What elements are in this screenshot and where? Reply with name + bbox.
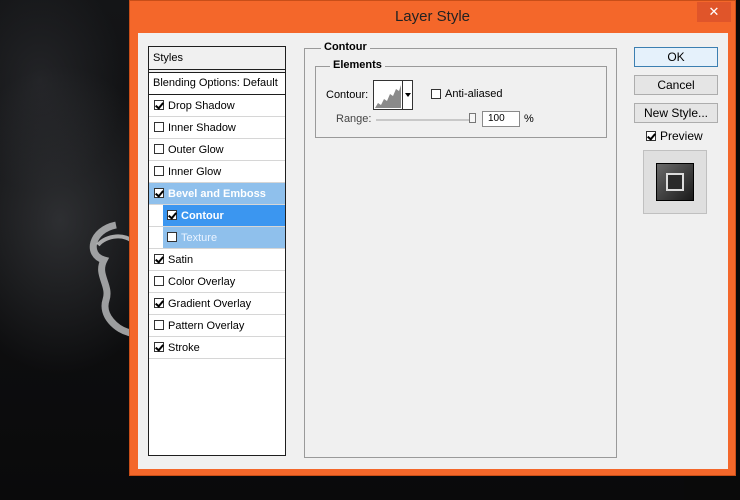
style-item-label: Drop Shadow [168,100,235,112]
pattern-overlay-checkbox[interactable] [154,320,164,330]
range-unit: % [524,113,534,125]
style-item-color-overlay[interactable]: Color Overlay [149,271,285,293]
ok-button[interactable]: OK [634,47,718,67]
style-item-label: Texture [181,232,218,244]
style-item-satin[interactable]: Satin [149,249,285,271]
style-item-outer-glow[interactable]: Outer Glow [149,139,285,161]
bevel-and-emboss-checkbox[interactable] [154,188,164,198]
new-style-button[interactable]: New Style... [634,103,718,123]
elements-group: Elements Contour: Anti-aliased Range: 10… [315,59,607,138]
inner-glow-checkbox[interactable] [154,166,164,176]
satin-checkbox[interactable] [154,254,164,264]
style-item-stroke[interactable]: Stroke [149,337,285,359]
preview-swatch-icon [656,163,694,201]
cancel-button[interactable]: Cancel [634,75,718,95]
style-item-pattern-overlay[interactable]: Pattern Overlay [149,315,285,337]
contour-checkbox[interactable] [167,210,177,220]
layer-style-dialog: Layer Style ✕ Styles Blending Options: D… [129,0,736,476]
contour-curve-icon [375,85,401,108]
style-item-gradient-overlay[interactable]: Gradient Overlay [149,293,285,315]
contour-label: Contour: [326,89,369,101]
style-item-label: Inner Glow [168,166,222,178]
color-overlay-checkbox[interactable] [154,276,164,286]
range-input[interactable]: 100 [482,111,520,127]
style-item-contour[interactable]: Contour [149,205,285,227]
style-item-label: Stroke [168,342,200,354]
close-button[interactable]: ✕ [697,2,731,22]
style-item-inner-shadow[interactable]: Inner Shadow [149,117,285,139]
style-item-inner-glow[interactable]: Inner Glow [149,161,285,183]
style-item-label: Color Overlay [168,276,236,288]
close-icon: ✕ [708,4,720,19]
style-item-label: Satin [168,254,194,266]
dialog-title: Layer Style [394,8,471,25]
gradient-overlay-checkbox[interactable] [154,298,164,308]
title-bar[interactable]: Layer Style ✕ [130,1,735,33]
style-item-label: Pattern Overlay [168,320,245,332]
style-item-drop-shadow[interactable]: Drop Shadow [149,95,285,117]
dialog-body: Styles Blending Options: Default Drop Sh… [138,33,728,469]
range-slider-track[interactable] [376,119,474,121]
inner-shadow-checkbox[interactable] [154,122,164,132]
anti-aliased-label: Anti-aliased [445,88,503,100]
range-slider-handle[interactable] [469,113,476,123]
texture-checkbox[interactable] [167,232,177,242]
anti-aliased-option[interactable]: Anti-aliased [427,88,502,100]
contour-group-title: Contour [321,41,370,53]
style-item-label: Gradient Overlay [168,298,252,310]
contour-group: Contour Elements Contour: Anti-aliased R… [304,41,617,458]
style-item-label: Inner Shadow [168,122,236,134]
preview-label: Preview [660,129,703,143]
outer-glow-checkbox[interactable] [154,144,164,154]
stroke-checkbox[interactable] [154,342,164,352]
contour-picker[interactable] [373,80,403,110]
blending-options-item[interactable]: Blending Options: Default [149,72,285,95]
drop-shadow-checkbox[interactable] [154,100,164,110]
preview-option[interactable]: Preview [646,129,703,143]
anti-aliased-checkbox[interactable] [431,89,441,100]
style-item-label: Bevel and Emboss [168,188,266,200]
style-item-label: Contour [181,210,224,222]
style-item-bevel-and-emboss[interactable]: Bevel and Emboss [149,183,285,205]
styles-list: Styles Blending Options: Default Drop Sh… [148,46,286,456]
preview-checkbox[interactable] [646,131,656,141]
style-preview-thumbnail [643,150,707,214]
contour-dropdown-button[interactable] [403,80,413,110]
style-item-label: Outer Glow [168,144,224,156]
elements-group-title: Elements [330,59,385,71]
styles-header[interactable]: Styles [149,47,285,70]
style-item-texture[interactable]: Texture [149,227,285,249]
range-label: Range: [336,113,372,125]
